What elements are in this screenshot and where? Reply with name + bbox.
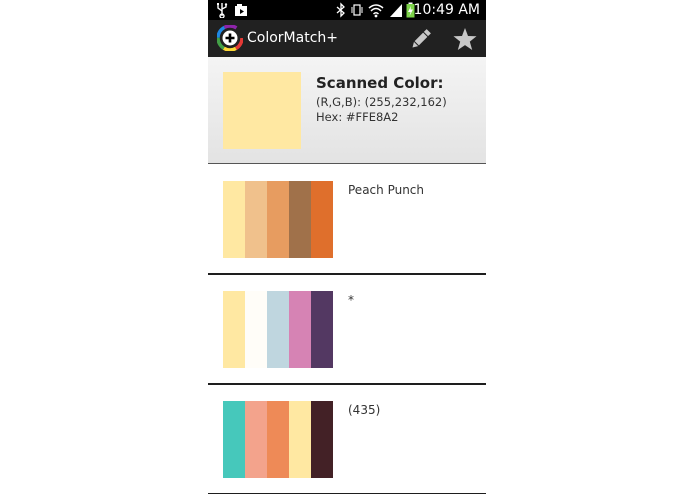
action-bar: ColorMatch+: [208, 20, 486, 57]
swatch: [245, 291, 267, 368]
swatch: [311, 401, 333, 478]
status-time: 10:49 AM: [413, 2, 480, 18]
swatch: [245, 401, 267, 478]
scanned-rgb-value: (R,G,B): (255,232,162): [316, 95, 447, 109]
palette-name: (435): [348, 403, 381, 417]
palette-swatches: [223, 181, 333, 258]
swatch: [267, 401, 289, 478]
swatch: [267, 291, 289, 368]
swatch: [289, 291, 311, 368]
swatch: [223, 181, 245, 258]
palette-name: Peach Punch: [348, 183, 425, 197]
swatch: [289, 401, 311, 478]
wifi-icon: [368, 4, 384, 18]
swatch: [223, 401, 245, 478]
bluetooth-icon: [336, 2, 345, 18]
scanned-hex-value: Hex: #FFE8A2: [316, 110, 399, 124]
photo-notification-icon: [235, 4, 247, 16]
swatch: [223, 291, 245, 368]
phone-screen: 10:49 AM ColorMatch+ Scanned Color: (R,G…: [208, 0, 486, 494]
usb-icon: [217, 3, 228, 18]
app-title: ColorMatch+: [247, 30, 338, 46]
palette-swatches: [223, 291, 333, 368]
palette-item[interactable]: *: [208, 275, 486, 385]
scanned-color-label: Scanned Color:: [316, 74, 444, 92]
swatch: [267, 181, 289, 258]
pencil-icon[interactable]: [408, 26, 434, 52]
status-bar: 10:49 AM: [208, 0, 486, 20]
star-icon[interactable]: [452, 26, 478, 52]
palette-swatches: [223, 401, 333, 478]
palette-item[interactable]: (435): [208, 385, 486, 494]
scanned-color-panel: Scanned Color: (R,G,B): (255,232,162) He…: [208, 57, 486, 164]
palette-name: *: [348, 293, 354, 307]
swatch: [245, 181, 267, 258]
colorwheel-plus-icon[interactable]: [217, 25, 243, 51]
scanned-color-swatch: [223, 72, 301, 149]
palette-item[interactable]: Peach Punch: [208, 165, 486, 275]
swatch: [289, 181, 311, 258]
swatch: [311, 181, 333, 258]
swatch: [311, 291, 333, 368]
vibrate-icon: [351, 4, 363, 16]
signal-icon: [390, 4, 402, 17]
